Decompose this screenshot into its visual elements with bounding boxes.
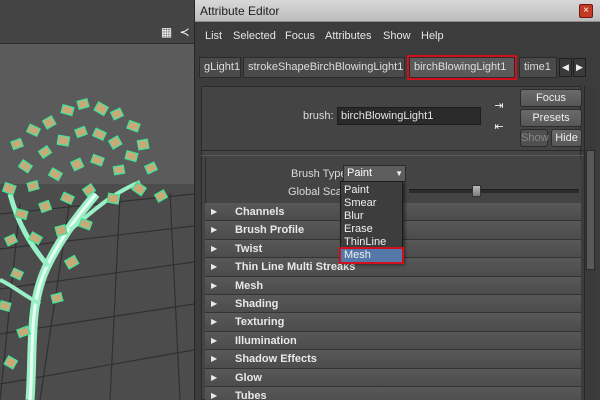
- node-label: brush:: [303, 110, 334, 122]
- window-title: Attribute Editor: [200, 4, 280, 18]
- tab-birch-blowing-light[interactable]: birchBlowingLight1: [407, 55, 517, 80]
- section-label: Thin Line Multi Streaks: [235, 261, 356, 274]
- output-connection-icon[interactable]: ⇤: [493, 121, 505, 133]
- menu-focus[interactable]: Focus: [285, 30, 315, 42]
- scene-viewport[interactable]: ▦ ≺: [0, 0, 194, 400]
- collapsed-icon: ▶: [211, 335, 218, 345]
- brush-type-dropdown: Paint Smear Blur Erase ThinLine Mesh: [339, 181, 404, 264]
- input-connection-icon[interactable]: ⇥: [493, 100, 505, 112]
- section-label: Brush Profile: [235, 224, 305, 237]
- section-label: Glow: [235, 371, 262, 384]
- viewport-toolbar: ▦ ≺: [0, 0, 194, 44]
- vertical-scrollbar[interactable]: [584, 86, 596, 400]
- section-mesh[interactable]: ▶ Mesh: [205, 276, 581, 295]
- title-bar[interactable]: Attribute Editor ×: [195, 0, 600, 22]
- section-label: Texturing: [235, 316, 285, 329]
- share-icon[interactable]: ≺: [178, 26, 191, 39]
- option-erase[interactable]: Erase: [341, 223, 402, 236]
- menu-bar: List Selected Focus Attributes Show Help: [195, 24, 600, 48]
- option-mesh[interactable]: Mesh: [339, 247, 404, 264]
- section-tubes[interactable]: ▶ Tubes: [205, 386, 581, 400]
- collapsed-icon: ▶: [211, 207, 218, 216]
- collapsed-icon: ▶: [211, 390, 218, 400]
- tab-time[interactable]: time1: [519, 57, 557, 78]
- option-smear[interactable]: Smear: [341, 197, 402, 210]
- brush-type-label: Brush Type: [291, 168, 347, 180]
- section-glow[interactable]: ▶ Glow: [205, 368, 581, 387]
- section-label: Twist: [235, 242, 263, 255]
- collapsed-icon: ▶: [211, 354, 218, 364]
- section-illumination[interactable]: ▶ Illumination: [205, 331, 581, 351]
- presets-button[interactable]: Presets: [520, 109, 582, 127]
- focus-button[interactable]: Focus: [520, 89, 582, 107]
- option-paint[interactable]: Paint: [341, 184, 402, 197]
- collapsed-icon: ▶: [211, 298, 218, 308]
- tab-glight[interactable]: gLight1: [199, 57, 241, 78]
- section-label: Illumination: [235, 334, 297, 347]
- brush-type-select[interactable]: Paint ▼: [343, 165, 406, 182]
- collapsed-icon: ▶: [211, 262, 218, 272]
- show-button[interactable]: Show: [520, 129, 549, 147]
- tree-mesh-render: [0, 98, 194, 400]
- tab-stroke-shape[interactable]: strokeShapeBirchBlowingLight1: [243, 57, 405, 78]
- hide-button[interactable]: Hide: [551, 129, 582, 147]
- global-scale-slider-handle[interactable]: [472, 185, 481, 197]
- section-label: Mesh: [235, 279, 264, 292]
- collapsed-icon: ▶: [211, 372, 218, 382]
- scrollbar-thumb[interactable]: [586, 150, 595, 270]
- attribute-editor-window: Attribute Editor × List Selected Focus A…: [194, 0, 600, 400]
- chevron-down-icon: ▼: [395, 169, 403, 178]
- node-tabs: gLight1 strokeShapeBirchBlowingLight1 bi…: [199, 55, 579, 80]
- option-blur[interactable]: Blur: [341, 210, 402, 223]
- collapsed-icon: ▶: [211, 225, 218, 235]
- grid-icon[interactable]: ▦: [160, 26, 173, 39]
- divider: [201, 150, 595, 156]
- menu-list[interactable]: List: [205, 30, 222, 42]
- section-label: Shadow Effects: [235, 353, 317, 366]
- section-shading[interactable]: ▶ Shading: [205, 294, 581, 314]
- section-label: Tubes: [235, 389, 267, 400]
- brush-type-value: Paint: [347, 167, 373, 179]
- node-name-field[interactable]: birchBlowingLight1: [337, 107, 481, 125]
- menu-show[interactable]: Show: [383, 30, 411, 42]
- section-label: Shading: [235, 297, 279, 310]
- section-label: Channels: [235, 206, 285, 218]
- menu-selected[interactable]: Selected: [233, 30, 276, 42]
- tab-prev-icon[interactable]: ◀: [559, 58, 572, 77]
- tab-next-icon[interactable]: ▶: [573, 58, 586, 77]
- collapsed-icon: ▶: [211, 280, 218, 290]
- collapsed-icon: ▶: [211, 243, 218, 253]
- menu-help[interactable]: Help: [421, 30, 444, 42]
- option-thinline[interactable]: ThinLine: [341, 236, 402, 249]
- section-shadow-effects[interactable]: ▶ Shadow Effects: [205, 350, 581, 369]
- collapsed-icon: ▶: [211, 317, 218, 327]
- section-texturing[interactable]: ▶ Texturing: [205, 313, 581, 332]
- menu-attributes[interactable]: Attributes: [325, 30, 371, 42]
- close-icon[interactable]: ×: [579, 4, 593, 18]
- global-scale-slider[interactable]: [409, 189, 579, 193]
